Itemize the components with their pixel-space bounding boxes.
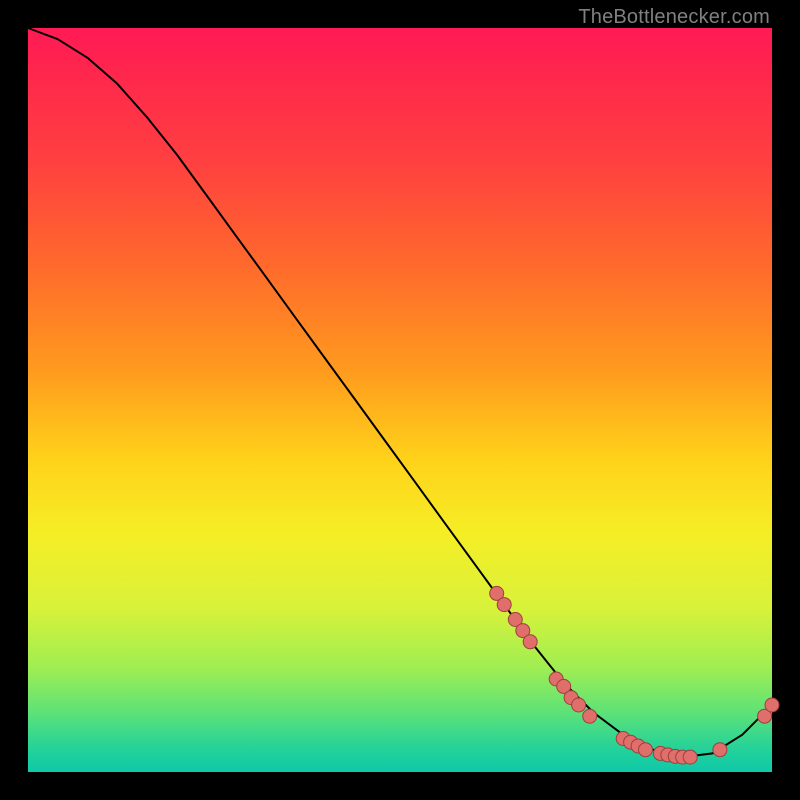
bottleneck-curve	[28, 28, 772, 757]
plot-area	[28, 28, 772, 772]
data-marker	[583, 709, 597, 723]
data-marker	[713, 743, 727, 757]
data-marker	[572, 698, 586, 712]
data-marker	[765, 698, 779, 712]
data-marker	[683, 750, 697, 764]
marker-group	[490, 586, 779, 764]
attribution-label: TheBottlenecker.com	[578, 6, 770, 29]
chart-container: TheBottlenecker.com	[0, 0, 800, 800]
chart-svg	[28, 28, 772, 772]
data-marker	[639, 743, 653, 757]
data-marker	[523, 635, 537, 649]
data-marker	[497, 598, 511, 612]
